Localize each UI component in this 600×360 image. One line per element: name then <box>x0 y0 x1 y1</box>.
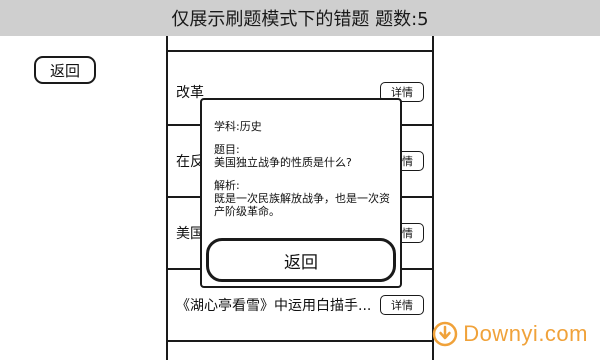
list-item[interactable] <box>168 36 432 50</box>
watermark-text: Downyi.com <box>463 321 588 346</box>
modal-content: 学科:历史 题目: 美国独立战争的性质是什么? 解析: 既是一次民族解放战争，也… <box>214 120 392 218</box>
analysis-heading: 解析: <box>214 179 240 192</box>
question-detail-modal: 学科:历史 题目: 美国独立战争的性质是什么? 解析: 既是一次民族解放战争，也… <box>200 98 402 288</box>
question-text: 美国独立战争的性质是什么? <box>214 156 352 169</box>
question-heading: 题目: <box>214 143 240 156</box>
subject-label: 学科:历史 <box>214 120 262 133</box>
page-title: 仅展示刷题模式下的错题 题数:5 <box>171 9 429 30</box>
watermark: Downyi.com <box>431 320 588 348</box>
modal-back-button-label: 返回 <box>284 252 318 273</box>
downyi-logo-icon <box>432 321 458 347</box>
modal-back-button[interactable]: 返回 <box>206 238 396 282</box>
page-title-bar: 仅展示刷题模式下的错题 题数:5 <box>0 0 600 36</box>
back-button[interactable]: 返回 <box>34 56 96 84</box>
analysis-text: 既是一次民族解放战争，也是一次资产阶级革命。 <box>214 192 390 218</box>
detail-button[interactable]: 详情 <box>380 295 424 315</box>
back-button-label: 返回 <box>49 61 80 80</box>
list-item-text: 《湖心亭看雪》中运用白描手... <box>176 298 372 314</box>
row-divider <box>168 50 432 52</box>
detail-button-label: 详情 <box>391 299 413 312</box>
row-divider <box>168 340 432 342</box>
